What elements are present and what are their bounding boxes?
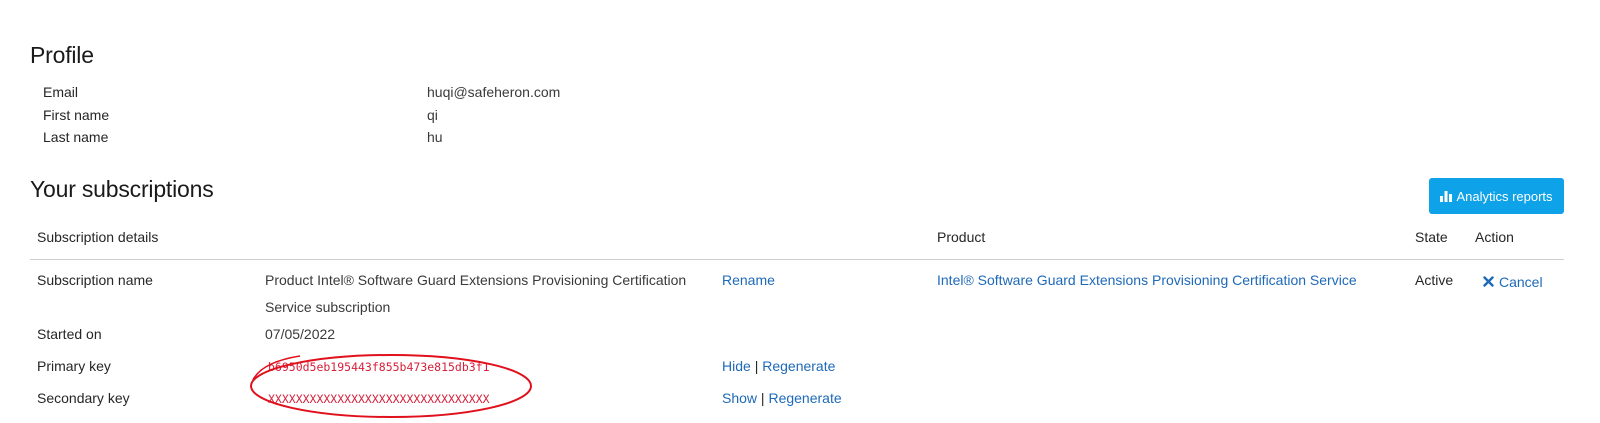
first-name-value: qi	[427, 107, 438, 123]
bar-chart-icon	[1440, 190, 1453, 202]
separator: |	[754, 358, 759, 374]
secondary-key-value: XXXXXXXXXXXXXXXXXXXXXXXXXXXXXXXX	[268, 392, 490, 406]
regenerate-primary-key-link[interactable]: Regenerate	[762, 358, 835, 374]
primary-key-value: b6950d5eb195443f855b473e815db3f1	[268, 360, 490, 374]
separator: |	[760, 390, 765, 406]
subscription-name-line2: Service subscription	[265, 299, 391, 315]
product-link[interactable]: Intel® Software Guard Extensions Provisi…	[937, 272, 1357, 288]
started-on-label: Started on	[37, 326, 102, 342]
subscription-name-line1: Product Intel® Software Guard Extensions…	[265, 272, 687, 288]
secondary-key-label: Secondary key	[37, 390, 130, 406]
regenerate-secondary-key-link[interactable]: Regenerate	[768, 390, 841, 406]
rename-link[interactable]: Rename	[722, 272, 775, 288]
col-action: Action	[1475, 229, 1514, 245]
table-divider	[30, 259, 1564, 260]
hide-primary-key-link[interactable]: Hide	[722, 358, 751, 374]
profile-title: Profile	[30, 42, 94, 68]
last-name-value: hu	[427, 129, 443, 145]
secondary-key-actions: Show | Regenerate	[722, 390, 842, 406]
col-subscription-details: Subscription details	[37, 229, 159, 245]
cancel-label: Cancel	[1499, 274, 1543, 290]
email-value: huqi@safeheron.com	[427, 84, 561, 100]
subscriptions-title: Your subscriptions	[30, 176, 214, 202]
close-icon	[1483, 274, 1494, 290]
show-secondary-key-link[interactable]: Show	[722, 390, 757, 406]
started-on-value: 07/05/2022	[265, 326, 336, 342]
state-value: Active	[1415, 272, 1454, 288]
col-state: State	[1415, 229, 1448, 245]
col-product: Product	[937, 229, 986, 245]
first-name-label: First name	[43, 107, 110, 123]
email-label: Email	[43, 84, 79, 100]
subscription-name-label: Subscription name	[37, 272, 153, 288]
last-name-label: Last name	[43, 129, 109, 145]
analytics-reports-button[interactable]: Analytics reports	[1429, 178, 1564, 214]
analytics-reports-label: Analytics reports	[1456, 188, 1553, 204]
primary-key-actions: Hide | Regenerate	[722, 358, 835, 374]
cancel-button[interactable]: Cancel	[1483, 274, 1543, 290]
primary-key-label: Primary key	[37, 358, 111, 374]
